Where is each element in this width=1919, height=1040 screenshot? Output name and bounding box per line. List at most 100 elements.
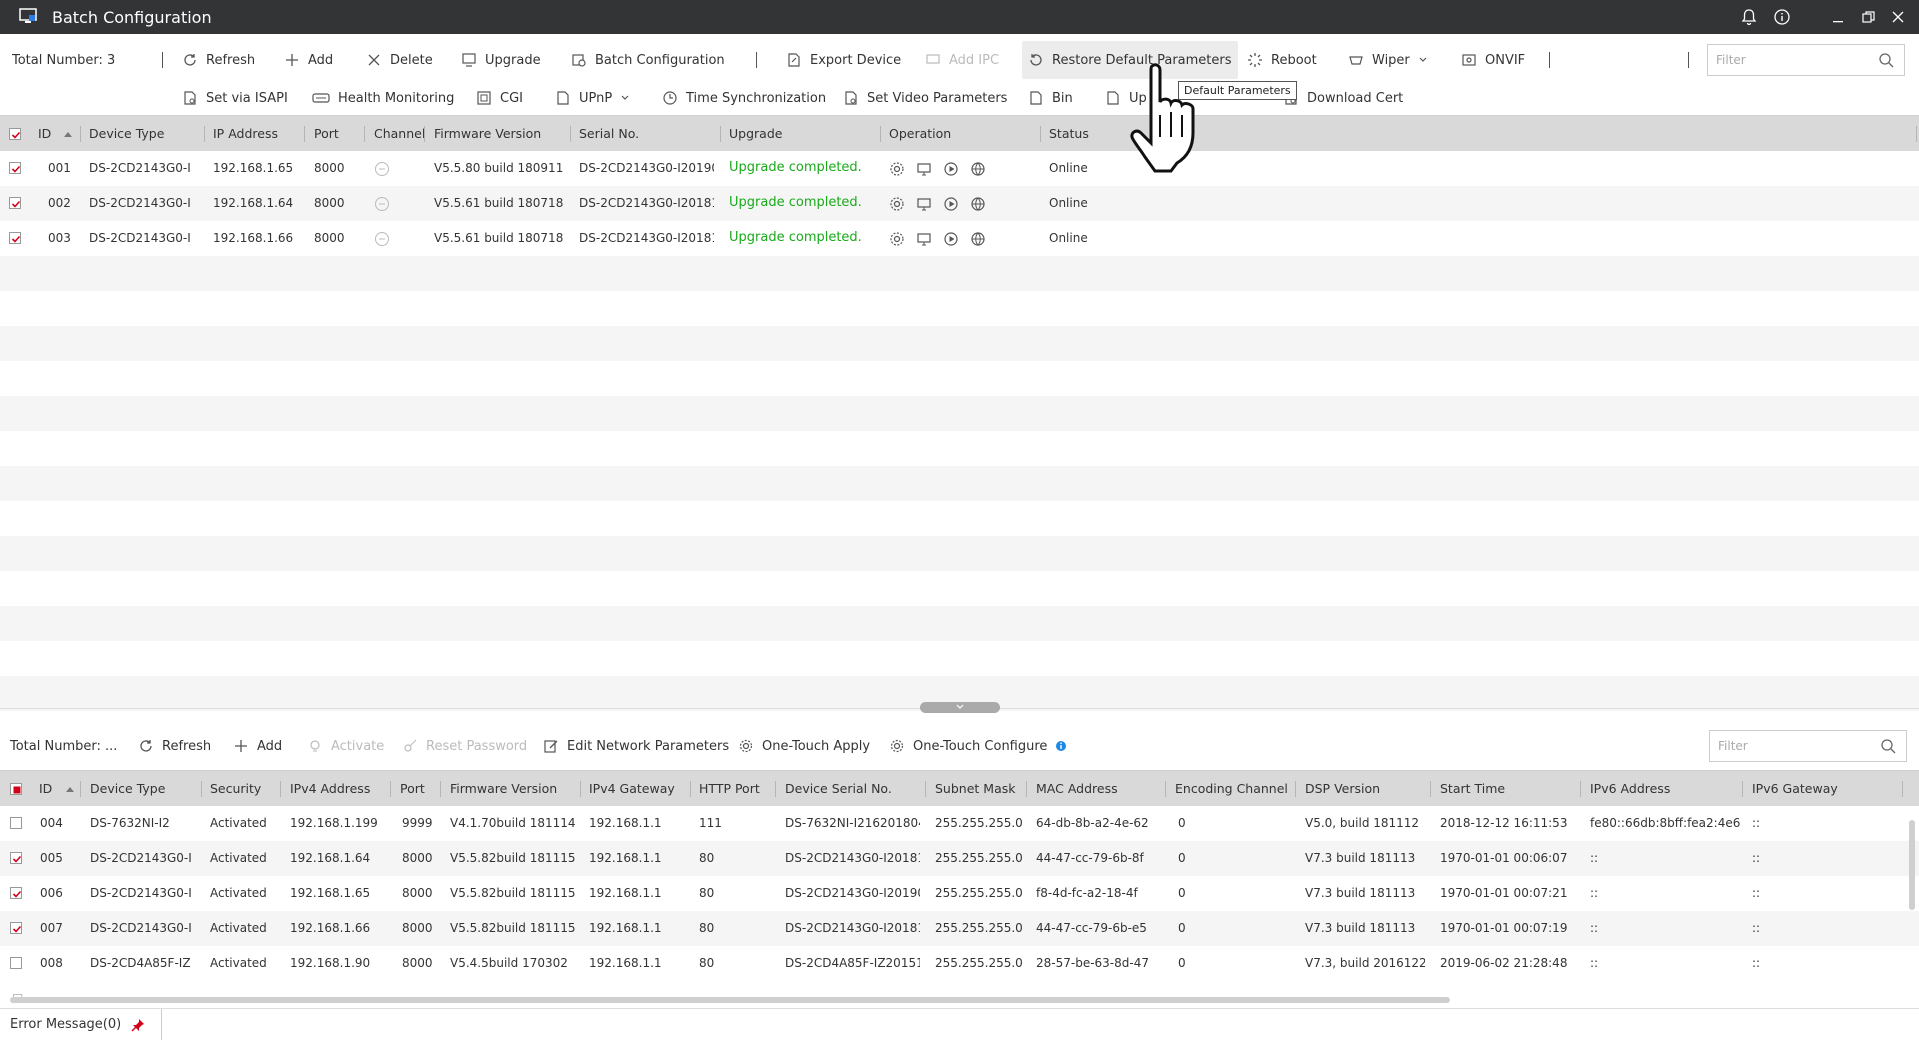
upgrade-button[interactable]: Upgrade — [461, 41, 541, 79]
delete-button[interactable]: Delete — [366, 41, 433, 79]
edit-network-parameters-button[interactable]: Edit Network Parameters — [543, 727, 729, 765]
table-row[interactable]: 002 DS-2CD2143G0-I 192.168.1.64 8000 V5.5.61… — [0, 186, 1919, 221]
col-operation[interactable]: Operation — [889, 126, 951, 141]
splitter-handle[interactable] — [920, 702, 1000, 713]
refresh-button[interactable]: Refresh — [182, 41, 255, 79]
gear-icon[interactable] — [889, 161, 905, 177]
row-checkbox[interactable] — [10, 957, 22, 969]
col-ipv4-gateway[interactable]: IPv4 Gateway — [589, 781, 675, 796]
info-icon[interactable] — [1772, 7, 1792, 27]
onvif-button[interactable]: ONVIF — [1461, 41, 1525, 79]
close-window-icon[interactable] — [1888, 7, 1908, 27]
col-encoding-channel[interactable]: Encoding Channel — [1175, 781, 1288, 796]
info-icon[interactable] — [1055, 740, 1067, 752]
vertical-scrollbar[interactable] — [1909, 820, 1915, 910]
col-ip-address[interactable]: IP Address — [213, 126, 278, 141]
col-device-type[interactable]: Device Type — [89, 126, 164, 141]
channel-icon[interactable] — [374, 231, 390, 247]
col-device-serial-no[interactable]: Device Serial No. — [785, 781, 892, 796]
horizontal-scrollbar[interactable] — [10, 997, 1450, 1003]
col-upgrade[interactable]: Upgrade — [729, 126, 782, 141]
row-checkbox[interactable] — [9, 162, 21, 174]
download-cert-button[interactable]: Download Cert — [1283, 79, 1403, 117]
reboot-button[interactable]: Reboot — [1247, 41, 1317, 79]
set-video-parameters-button[interactable]: Set Video Parameters — [843, 79, 1007, 117]
health-monitoring-button[interactable]: Health Monitoring — [312, 79, 454, 117]
channel-icon[interactable] — [374, 161, 390, 177]
channel-icon[interactable] — [374, 196, 390, 212]
remote-config-icon[interactable] — [916, 231, 932, 247]
wiper-dropdown[interactable]: Wiper — [1348, 41, 1428, 79]
col-subnet-mask[interactable]: Subnet Mask — [935, 781, 1015, 796]
col-ipv4-address[interactable]: IPv4 Address — [290, 781, 370, 796]
select-all-checkbox[interactable] — [9, 128, 21, 140]
table-row[interactable]: 003 DS-2CD2143G0-I 192.168.1.66 8000 V5.5.61… — [0, 221, 1919, 256]
table-row[interactable]: 005 DS-2CD2143G0-I Activated 192.168.1.64 80… — [0, 841, 1919, 876]
col-firmware-version[interactable]: Firmware Version — [434, 126, 541, 141]
error-message-tab[interactable]: Error Message(0) — [0, 1009, 162, 1040]
refresh-button[interactable]: Refresh — [138, 727, 211, 765]
top-filter-input[interactable]: Filter — [1707, 44, 1905, 76]
col-firmware-version[interactable]: Firmware Version — [450, 781, 557, 796]
remote-config-icon[interactable] — [916, 161, 932, 177]
one-touch-apply-button[interactable]: One-Touch Apply — [738, 727, 870, 765]
minimize-icon[interactable] — [1828, 7, 1848, 27]
gear-icon[interactable] — [889, 231, 905, 247]
activate-button[interactable]: Activate — [307, 727, 384, 765]
play-icon[interactable] — [943, 196, 959, 212]
gear-icon[interactable] — [889, 196, 905, 212]
row-checkbox[interactable] — [10, 852, 22, 864]
row-checkbox[interactable] — [10, 922, 22, 934]
time-synchronization-button[interactable]: Time Synchronization — [662, 79, 826, 117]
add-button[interactable]: Add — [284, 41, 333, 79]
col-id[interactable]: ID — [38, 126, 51, 141]
row-checkbox[interactable] — [10, 887, 22, 899]
select-all-checkbox[interactable] — [10, 783, 22, 795]
search-icon[interactable] — [1878, 52, 1894, 68]
play-icon[interactable] — [943, 161, 959, 177]
col-http-port[interactable]: HTTP Port — [699, 781, 760, 796]
bottom-filter-input[interactable]: Filter — [1709, 730, 1907, 762]
table-row[interactable]: 004 DS-7632NI-I2 Activated 192.168.1.199 999… — [0, 806, 1919, 841]
col-ipv6-address[interactable]: IPv6 Address — [1590, 781, 1670, 796]
table-row[interactable]: 008 DS-2CD4A85F-IZ Activated 192.168.1.90 80… — [0, 946, 1919, 981]
col-port[interactable]: Port — [314, 126, 339, 141]
add-button[interactable]: Add — [233, 727, 282, 765]
restore-window-icon[interactable] — [1858, 7, 1878, 27]
col-device-type[interactable]: Device Type — [90, 781, 165, 796]
col-port[interactable]: Port — [400, 781, 425, 796]
col-security[interactable]: Security — [210, 781, 261, 796]
table-row[interactable]: 007 DS-2CD2143G0-I Activated 192.168.1.66 80… — [0, 911, 1919, 946]
search-icon[interactable] — [1880, 738, 1896, 754]
sort-icon[interactable] — [64, 131, 72, 137]
batch-configuration-button[interactable]: Batch Configuration — [571, 41, 725, 79]
col-mac-address[interactable]: MAC Address — [1036, 781, 1118, 796]
row-checkbox[interactable] — [10, 817, 22, 829]
cgi-button[interactable]: CGI — [476, 79, 523, 117]
col-id[interactable]: ID — [39, 781, 52, 796]
bin-button[interactable]: Bin — [1028, 79, 1073, 117]
row-checkbox[interactable] — [9, 197, 21, 209]
col-channel[interactable]: Channel — [374, 126, 425, 141]
sort-icon[interactable] — [66, 786, 74, 792]
reset-password-button[interactable]: Reset Password — [402, 727, 527, 765]
pin-icon[interactable] — [131, 1018, 145, 1032]
add-ipc-button[interactable]: Add IPC — [925, 41, 999, 79]
col-status[interactable]: Status — [1049, 126, 1089, 141]
table-row[interactable]: 006 DS-2CD2143G0-I Activated 192.168.1.65 80… — [0, 876, 1919, 911]
set-via-isapi-button[interactable]: Set via ISAPI — [182, 79, 288, 117]
one-touch-configure-button[interactable]: One-Touch Configure — [889, 727, 1067, 765]
web-icon[interactable] — [970, 196, 986, 212]
col-dsp-version[interactable]: DSP Version — [1305, 781, 1380, 796]
export-device-button[interactable]: Export Device — [786, 41, 901, 79]
bell-icon[interactable] — [1739, 7, 1759, 27]
web-icon[interactable] — [970, 231, 986, 247]
col-ipv6-gateway[interactable]: IPv6 Gateway — [1752, 781, 1838, 796]
upnp-dropdown[interactable]: UPnP — [555, 79, 630, 117]
row-checkbox[interactable] — [9, 232, 21, 244]
remote-config-icon[interactable] — [916, 196, 932, 212]
col-start-time[interactable]: Start Time — [1440, 781, 1505, 796]
table-row[interactable]: 001 DS-2CD2143G0-I 192.168.1.65 8000 V5.5.80… — [0, 151, 1919, 186]
col-serial-no[interactable]: Serial No. — [579, 126, 639, 141]
web-icon[interactable] — [970, 161, 986, 177]
